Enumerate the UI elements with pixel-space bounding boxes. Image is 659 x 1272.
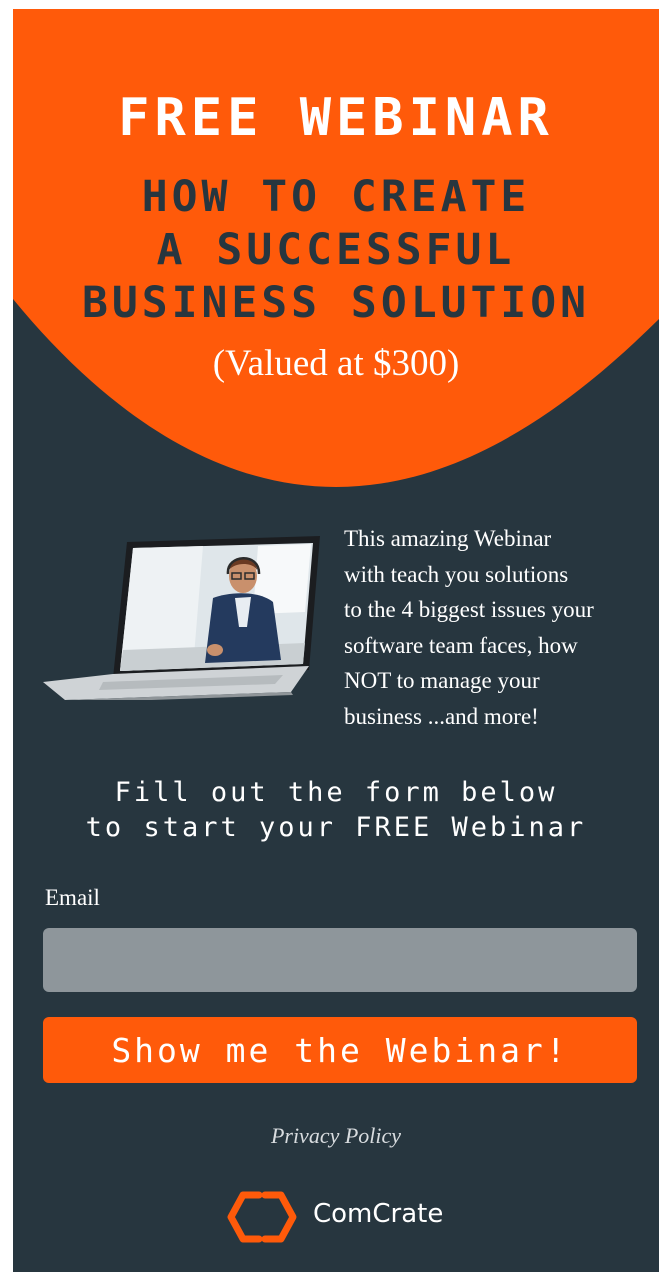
promo-line: This amazing Webinar bbox=[344, 526, 552, 551]
webinar-signup-panel: FREE WEBINAR HOW TO CREATE A SUCCESSFUL … bbox=[13, 9, 659, 1272]
hero-title: FREE WEBINAR bbox=[118, 88, 554, 148]
privacy-policy-link[interactable]: Privacy Policy bbox=[13, 1123, 659, 1149]
hero-subtitle: HOW TO CREATE A SUCCESSFUL BUSINESS SOLU… bbox=[13, 171, 659, 330]
promo-line: business ...and more! bbox=[344, 703, 539, 729]
promo-line: software team faces, how bbox=[344, 632, 578, 658]
hero-subtitle-line: A SUCCESSFUL bbox=[156, 225, 516, 275]
email-input[interactable] bbox=[43, 928, 637, 992]
hero-value-text: (Valued at $300) bbox=[212, 343, 460, 384]
promo-description: This amazing Webinar with teach you solu… bbox=[344, 521, 654, 734]
brand-name: ComCrate bbox=[313, 1199, 444, 1229]
cta-line: to start your FREE Webinar bbox=[85, 812, 587, 843]
show-webinar-button[interactable]: Show me the Webinar! bbox=[43, 1017, 637, 1083]
comcrate-brand: ComCrate bbox=[227, 1189, 457, 1245]
email-label: Email bbox=[45, 885, 100, 910]
promo-line: with teach you solutions bbox=[344, 561, 569, 587]
laptop-video-call-illustration bbox=[43, 536, 320, 700]
hero-subtitle-line: HOW TO CREATE bbox=[141, 172, 531, 222]
comcrate-logo-icon bbox=[227, 1191, 297, 1243]
promo-line: NOT to manage your bbox=[344, 668, 540, 693]
promo-line: to the 4 biggest issues your bbox=[344, 597, 594, 622]
cta-line: Fill out the form below bbox=[114, 777, 558, 808]
hero-subtitle-line: BUSINESS SOLUTION bbox=[81, 278, 591, 328]
